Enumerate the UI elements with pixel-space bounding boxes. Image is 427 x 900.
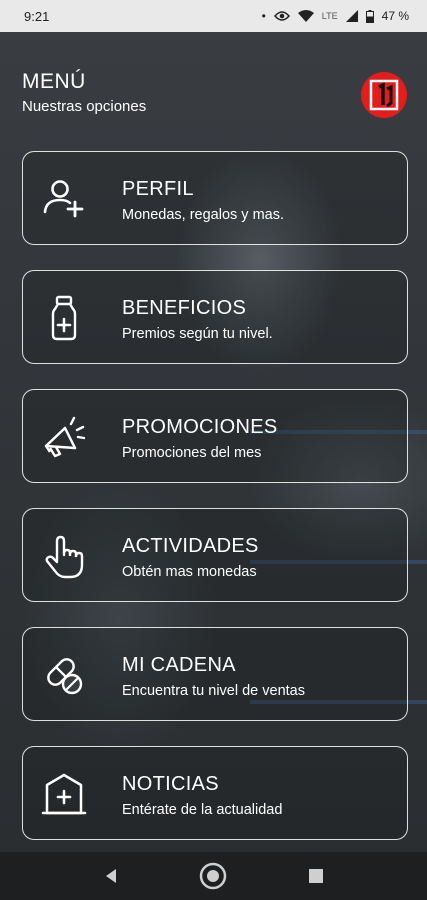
brand-logo[interactable]	[361, 72, 407, 118]
brand-logo-mark-icon	[369, 79, 399, 111]
add-user-icon	[43, 180, 84, 218]
menu-item-beneficios[interactable]: BENEFICIOS Premios según tu nivel.	[22, 270, 408, 364]
battery-icon	[365, 9, 374, 23]
system-nav-bar	[0, 852, 427, 900]
menu-item-perfil[interactable]: PERFIL Monedas, regalos y mas.	[22, 151, 408, 245]
menu-item-title: ACTIVIDADES	[122, 535, 259, 557]
menu-item-description: Premios según tu nivel.	[122, 326, 273, 342]
page-subtitle: Nuestras opciones	[22, 98, 147, 115]
menu-item-description: Obtén mas monedas	[122, 564, 257, 580]
home-button[interactable]	[198, 861, 228, 891]
status-bar: 9:21 • LTE 47 %	[0, 0, 427, 32]
notification-dot-icon: •	[261, 9, 266, 23]
pills-icon	[47, 658, 83, 695]
menu-item-description: Promociones del mes	[122, 445, 262, 461]
menu-item-description: Entérate de la actualidad	[122, 802, 283, 818]
pharmacy-building-icon	[41, 773, 87, 815]
back-triangle-icon	[106, 869, 117, 883]
megaphone-icon	[44, 416, 86, 458]
menu-item-actividades[interactable]: ACTIVIDADES Obtén mas monedas	[22, 508, 408, 602]
page-title: MENÚ	[22, 70, 86, 93]
menu-item-title: PERFIL	[122, 178, 194, 200]
home-circle-icon	[200, 862, 227, 890]
back-button[interactable]	[96, 861, 126, 891]
menu-item-description: Monedas, regalos y mas.	[122, 207, 284, 223]
eye-icon	[273, 11, 290, 21]
status-icons: • LTE 47 %	[262, 9, 409, 23]
menu-item-title: MI CADENA	[122, 654, 236, 676]
recents-square-icon	[308, 869, 323, 883]
medicine-bottle-icon	[51, 295, 77, 341]
menu-item-mi-cadena[interactable]: MI CADENA Encuentra tu nivel de ventas	[22, 627, 408, 721]
status-time: 9:21	[24, 8, 50, 24]
menu-header: MENÚ Nuestras opciones	[22, 70, 407, 122]
menu-item-description: Encuentra tu nivel de ventas	[122, 683, 305, 699]
menu-item-title: BENEFICIOS	[122, 297, 247, 319]
recents-button[interactable]	[301, 861, 331, 891]
menu-item-noticias[interactable]: NOTICIAS Entérate de la actualidad	[22, 746, 408, 840]
menu-item-title: PROMOCIONES	[122, 416, 278, 438]
battery-level: 47 %	[381, 9, 409, 23]
wifi-icon	[297, 10, 314, 22]
signal-icon	[345, 10, 358, 22]
menu-item-title: NOTICIAS	[122, 773, 219, 795]
pointing-hand-icon	[45, 535, 84, 579]
network-type: LTE	[321, 11, 338, 21]
menu-item-promociones[interactable]: PROMOCIONES Promociones del mes	[22, 389, 408, 483]
